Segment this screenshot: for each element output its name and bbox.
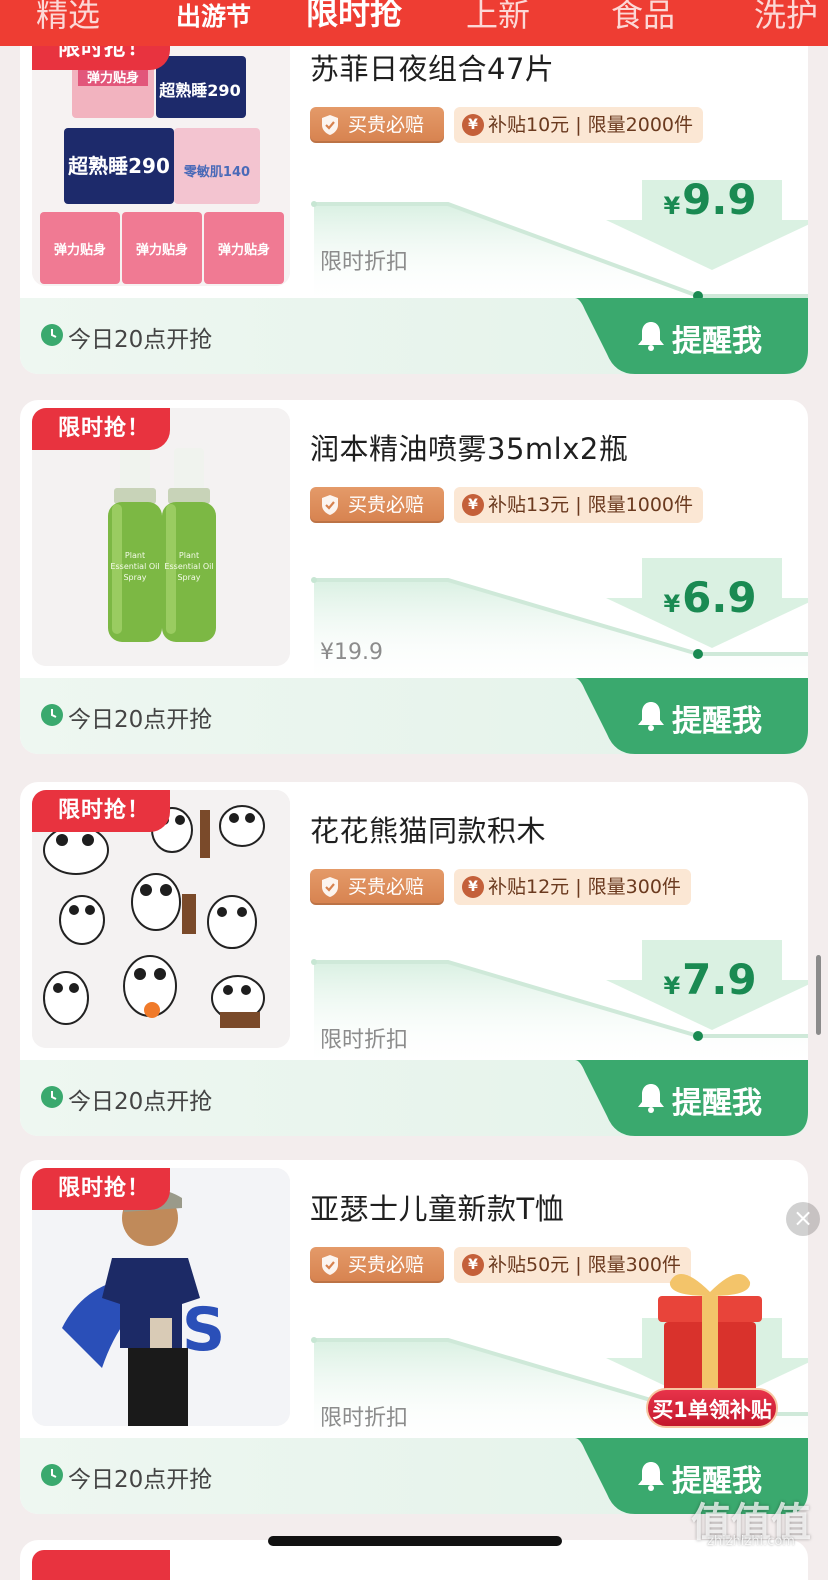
start-time-text: 今日20点开抢 — [68, 1089, 213, 1115]
yen-coin-icon: ¥ — [462, 876, 484, 898]
start-time-text: 今日20点开抢 — [68, 1467, 213, 1493]
clock-icon — [41, 1464, 63, 1486]
subsidy-badge: ¥ 补贴13元 | 限量1000件 — [454, 487, 704, 523]
original-price-label: ¥19.9 — [320, 640, 383, 665]
clock-icon — [41, 324, 63, 346]
price-guarantee-badge: 买贵必赔 — [310, 869, 444, 905]
tab-food[interactable]: 食品 — [611, 0, 675, 38]
svg-text:Spray: Spray — [177, 573, 200, 582]
shield-check-icon — [322, 495, 338, 515]
site-watermark: 值值值 zhizhizhi.com — [678, 1490, 824, 1560]
svg-text:Spray: Spray — [123, 573, 146, 582]
svg-text:Essential Oil: Essential Oil — [164, 562, 213, 571]
flash-sale-tag: 限时抢！ — [32, 1168, 170, 1210]
svg-text:弹力贴身: 弹力贴身 — [218, 242, 270, 258]
svg-text:弹力贴身: 弹力贴身 — [54, 242, 106, 258]
guarantee-text: 买贵必赔 — [348, 876, 425, 898]
trend-label: 限时折扣 — [320, 250, 409, 275]
price-guarantee-badge: 买贵必赔 — [310, 1247, 444, 1283]
yen-coin-icon: ¥ — [462, 494, 484, 516]
svg-text:零敏肌140: 零敏肌140 — [183, 164, 250, 180]
tab-personal-care[interactable]: 洗护 — [754, 0, 818, 38]
bell-icon — [638, 1462, 664, 1491]
card-footer: 今日20点开抢 提醒我 — [20, 298, 808, 374]
flash-price: ¥9.9 — [663, 175, 757, 224]
subsidy-badge: ¥ 补贴12元 | 限量300件 — [454, 869, 691, 905]
flash-price: ¥6.9 — [663, 573, 757, 622]
home-indicator[interactable] — [268, 1536, 562, 1546]
yen-coin-icon: ¥ — [462, 114, 484, 136]
svg-text:超熟睡290: 超熟睡290 — [67, 154, 170, 178]
product-card[interactable]: 限时抢！ Plant Essential Oil Spray Plant Ess… — [20, 400, 808, 754]
product-image[interactable]: 限时抢！ Plant Essential Oil Spray Plant Ess… — [32, 408, 290, 666]
start-time-text: 今日20点开抢 — [68, 707, 213, 733]
clock-icon — [41, 1086, 63, 1108]
remind-me-button[interactable]: 提醒我 — [672, 1078, 762, 1122]
flash-sale-tag: 限时抢！ — [32, 408, 170, 450]
bell-icon — [638, 702, 664, 731]
subsidy-text: 补贴13元 | 限量1000件 — [488, 494, 694, 516]
svg-text:超熟睡290: 超熟睡290 — [158, 81, 240, 100]
svg-text:Essential Oil: Essential Oil — [110, 562, 159, 571]
tab-featured[interactable]: 精选 — [36, 0, 100, 38]
card-footer: 今日20点开抢 提醒我 — [20, 678, 808, 754]
start-time-text: 今日20点开抢 — [68, 327, 213, 353]
product-image[interactable]: 限时抢！ — [32, 790, 290, 1048]
price-guarantee-badge: 买贵必赔 — [310, 107, 444, 143]
tab-travel-festival[interactable]: 出游节 — [176, 0, 251, 40]
shield-check-icon — [322, 1255, 338, 1275]
guarantee-text: 买贵必赔 — [348, 114, 425, 136]
product-title[interactable]: 润本精油喷雾35mlx2瓶 — [310, 426, 628, 468]
flash-sale-tag: 限时抢！ — [32, 790, 170, 832]
product-title[interactable]: 苏菲日夜组合47片 — [310, 46, 554, 88]
svg-text:弹力贴身: 弹力贴身 — [136, 242, 188, 258]
product-card[interactable]: 限时抢！ 弹力贴身 超熟睡290 超熟睡290 零敏肌140 弹力贴身 弹力贴身… — [20, 46, 808, 374]
subsidy-badge: ¥ 补贴10元 | 限量2000件 — [454, 107, 704, 143]
bell-icon — [638, 1084, 664, 1113]
subsidy-text: 补贴10元 | 限量2000件 — [488, 114, 694, 136]
trend-label: 限时折扣 — [320, 1406, 409, 1431]
svg-text:弹力贴身: 弹力贴身 — [87, 70, 139, 86]
guarantee-text: 买贵必赔 — [348, 494, 425, 516]
product-title[interactable]: 亚瑟士儿童新款T恤 — [310, 1186, 564, 1228]
gift-popup-label[interactable]: 买1单领补贴 — [646, 1388, 778, 1428]
svg-text:Plant: Plant — [179, 551, 199, 560]
product-title[interactable]: 花花熊猫同款积木 — [310, 808, 546, 850]
gift-box-icon[interactable] — [640, 1262, 780, 1402]
clock-icon — [41, 704, 63, 726]
flash-sale-tag — [32, 1550, 170, 1580]
bell-icon — [638, 322, 664, 351]
shield-check-icon — [322, 877, 338, 897]
guarantee-text: 买贵必赔 — [348, 1254, 425, 1276]
shield-check-icon — [322, 115, 338, 135]
close-popup-button[interactable]: × — [786, 1202, 820, 1236]
price-guarantee-badge: 买贵必赔 — [310, 487, 444, 523]
svg-text:Plant: Plant — [125, 551, 145, 560]
scrollbar[interactable] — [816, 955, 821, 1035]
subsidy-text: 补贴12元 | 限量300件 — [488, 876, 681, 898]
tab-new-arrivals[interactable]: 上新 — [466, 0, 530, 38]
yen-coin-icon: ¥ — [462, 1254, 484, 1276]
card-footer: 今日20点开抢 提醒我 — [20, 1060, 808, 1136]
remind-me-button[interactable]: 提醒我 — [672, 696, 762, 740]
category-tab-bar: 精选 出游节 限时抢 上新 食品 洗护 — [0, 0, 828, 46]
product-image[interactable]: 限时抢！ 弹力贴身 超熟睡290 超熟睡290 零敏肌140 弹力贴身 弹力贴身… — [32, 46, 290, 286]
trend-label: 限时折扣 — [320, 1028, 409, 1053]
remind-me-button[interactable]: 提醒我 — [672, 316, 762, 360]
product-image[interactable]: 限时抢！ S — [32, 1168, 290, 1426]
product-card[interactable]: 限时抢！ 花花熊猫同款积木 买贵必赔 ¥ 补贴12元 | 限量300件 限时折扣… — [20, 782, 808, 1136]
watermark-url: zhizhizhi.com — [707, 1534, 795, 1549]
flash-price: ¥7.9 — [663, 955, 757, 1004]
tab-flash-sale[interactable]: 限时抢 — [306, 0, 402, 36]
